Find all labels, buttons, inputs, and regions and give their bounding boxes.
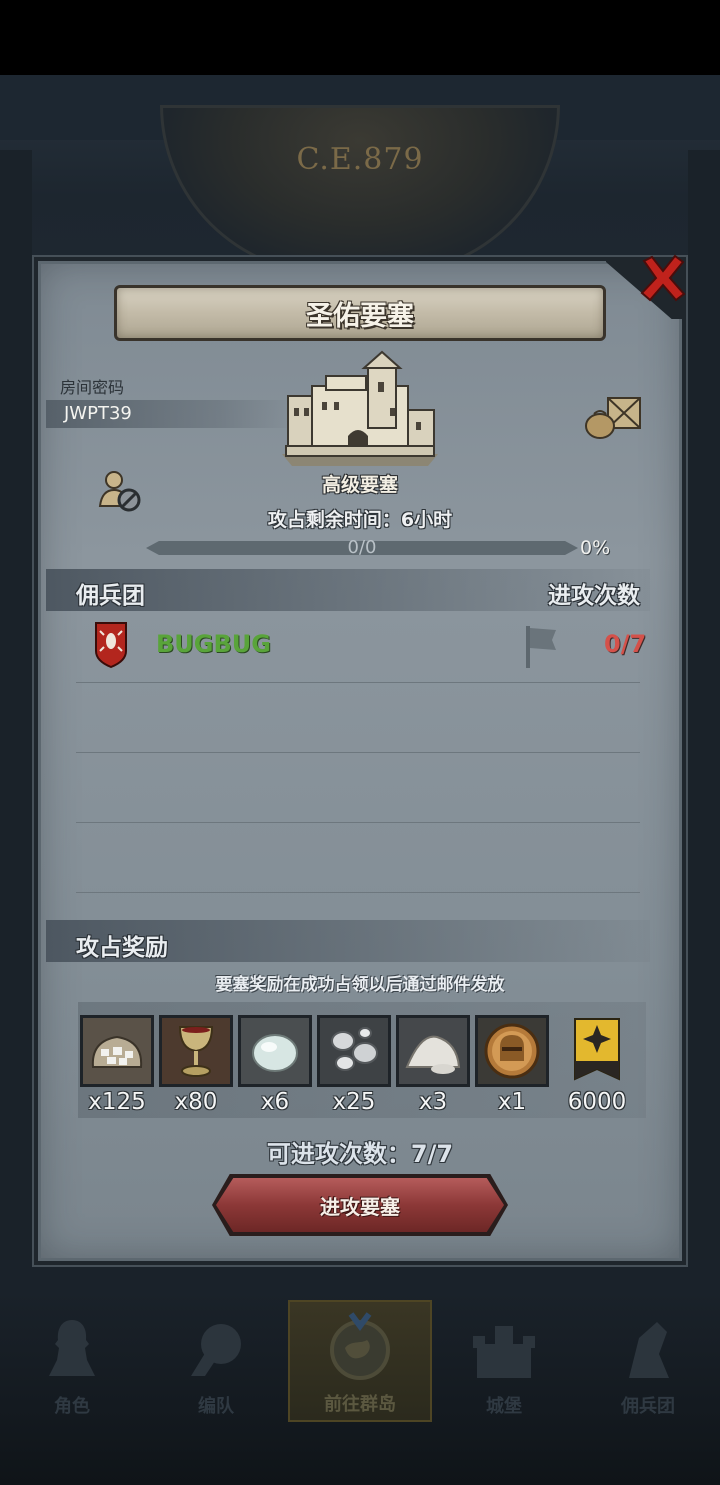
nav-label: 城堡 bbox=[486, 1396, 522, 1417]
attacks-available: 可进攻次数：7/7 bbox=[266, 1140, 454, 1168]
reward-item[interactable]: x125 bbox=[80, 1015, 154, 1115]
nav-label: 佣兵团 bbox=[621, 1396, 675, 1417]
attack-fortress-button-label: 进攻要塞 bbox=[320, 1194, 400, 1219]
progress-percent: 0% bbox=[580, 537, 611, 559]
room-password-label: 房间密码 bbox=[60, 378, 125, 397]
attack-count-header-label: 进攻次数 bbox=[548, 583, 640, 609]
row-divider bbox=[76, 752, 640, 753]
background-right-strip bbox=[688, 150, 720, 1260]
nav-item-formation[interactable]: 编队 bbox=[144, 1300, 288, 1422]
knight-icon bbox=[49, 1320, 95, 1376]
room-code[interactable]: JWPT39 bbox=[64, 403, 132, 424]
reward-quantity: x125 bbox=[88, 1089, 146, 1115]
fortress-level: 高级要塞 bbox=[321, 474, 398, 496]
supply-crate-icon[interactable] bbox=[584, 392, 644, 440]
mercury-drops-icon bbox=[331, 1027, 378, 1071]
knight-helmet-coin-icon bbox=[484, 1023, 540, 1079]
flag-icon bbox=[526, 626, 556, 668]
reward-item[interactable]: x3 bbox=[396, 1015, 470, 1115]
reward-quantity: x6 bbox=[260, 1089, 290, 1115]
mercenary-header-label: 佣兵团 bbox=[76, 583, 145, 609]
nav-item-character[interactable]: 角色 bbox=[0, 1300, 144, 1422]
nav-label: 前往群岛 bbox=[324, 1394, 396, 1415]
goblet-icon bbox=[178, 1026, 214, 1077]
dialog-title: 圣佑要塞 bbox=[306, 300, 414, 332]
helmet-formation-icon bbox=[191, 1324, 241, 1376]
status-bar-area bbox=[0, 0, 720, 75]
compass-map-icon bbox=[330, 1312, 390, 1380]
close-icon bbox=[640, 254, 686, 302]
reward-quantity: x3 bbox=[418, 1089, 448, 1115]
reward-quantity: x25 bbox=[332, 1089, 376, 1115]
nav-item-go-islands[interactable]: 前往群岛 bbox=[288, 1300, 432, 1422]
reward-quantity: x80 bbox=[174, 1089, 218, 1115]
reward-header-label: 攻占奖励 bbox=[76, 935, 168, 961]
row-divider bbox=[76, 682, 640, 683]
fortress-castle-icon bbox=[282, 350, 438, 466]
silver-ore-sack-icon bbox=[91, 1035, 143, 1068]
guild-name: BUGBUG bbox=[156, 630, 271, 658]
close-button[interactable] bbox=[636, 250, 690, 306]
guild-banner-icon bbox=[574, 1018, 620, 1081]
guild-attack-count: 0/7 bbox=[604, 630, 647, 658]
reward-item[interactable]: x80 bbox=[159, 1015, 233, 1115]
salt-pile-icon bbox=[405, 1035, 461, 1074]
reward-item[interactable]: 6000 bbox=[560, 1015, 634, 1115]
mercenary-icon bbox=[629, 1322, 669, 1378]
reward-item[interactable]: x25 bbox=[317, 1015, 391, 1115]
nav-label: 编队 bbox=[198, 1396, 234, 1417]
reward-quantity: x1 bbox=[497, 1089, 527, 1115]
nav-label: 角色 bbox=[54, 1396, 90, 1417]
row-divider bbox=[76, 892, 640, 893]
nav-item-mercenary[interactable]: 佣兵团 bbox=[576, 1300, 720, 1422]
guild-shield-icon bbox=[95, 622, 127, 669]
row-divider bbox=[76, 822, 640, 823]
dialog-title-banner: 圣佑要塞 bbox=[114, 285, 606, 341]
reward-quantity: 6000 bbox=[567, 1089, 627, 1115]
progress-text: 0/0 bbox=[347, 537, 377, 558]
background-left-strip bbox=[0, 150, 32, 1260]
nav-item-castle[interactable]: 城堡 bbox=[432, 1300, 576, 1422]
castle-icon bbox=[473, 1326, 535, 1378]
reward-item[interactable]: x1 bbox=[475, 1015, 549, 1115]
moonstone-icon bbox=[252, 1034, 298, 1072]
remaining-time: 攻占剩余时间：6小时 bbox=[267, 509, 453, 531]
reward-note: 要塞奖励在成功占领以后通过邮件发放 bbox=[215, 975, 505, 995]
calendar-year: C.E.879 bbox=[296, 142, 424, 177]
attack-fortress-button[interactable]: 进攻要塞 bbox=[216, 1178, 504, 1232]
reward-item[interactable]: x6 bbox=[238, 1015, 312, 1115]
